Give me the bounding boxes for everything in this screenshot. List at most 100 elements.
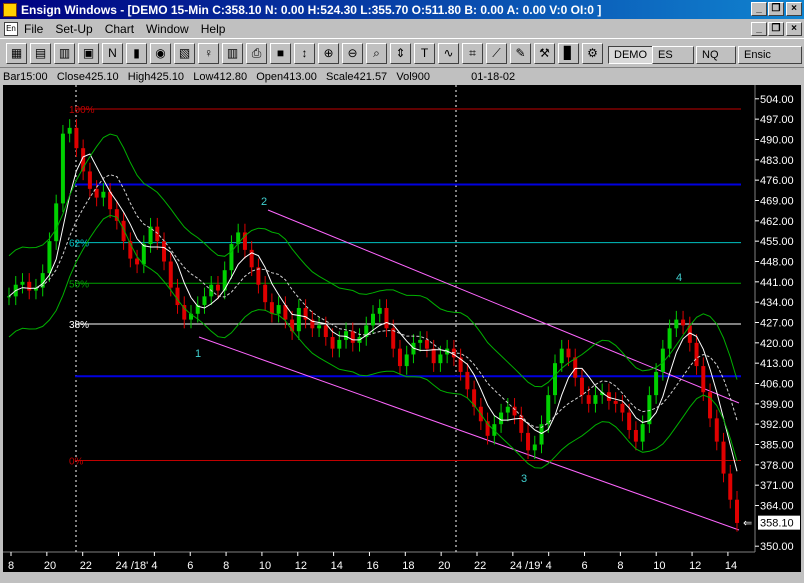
y-tick-label: 476.00 bbox=[760, 175, 794, 187]
y-tick-label: 413.00 bbox=[760, 358, 794, 370]
trendline-icon[interactable]: ⟋ bbox=[486, 43, 507, 64]
x-tick-label: 22 bbox=[80, 560, 92, 572]
candle-body bbox=[721, 441, 726, 474]
y-tick-label: 462.00 bbox=[760, 216, 794, 228]
cursor-icon[interactable]: ⇕ bbox=[390, 43, 411, 64]
minimize-button[interactable]: _ bbox=[751, 2, 767, 16]
volume-icon[interactable]: ▊ bbox=[558, 43, 579, 64]
calendar-icon[interactable]: ▧ bbox=[174, 43, 195, 64]
zoom-out-icon[interactable]: ⊖ bbox=[342, 43, 363, 64]
y-tick-label: 455.00 bbox=[760, 236, 794, 248]
bar-label: Bar bbox=[3, 71, 21, 83]
table-icon[interactable]: ▥ bbox=[222, 43, 243, 64]
bars-icon[interactable]: ▮ bbox=[126, 43, 147, 64]
candle-body bbox=[168, 261, 173, 288]
menu-window[interactable]: Window bbox=[146, 22, 189, 36]
restore-button[interactable]: ❐ bbox=[768, 2, 784, 16]
wave-label: 2 bbox=[261, 196, 267, 208]
candle-body bbox=[674, 319, 679, 329]
grid-icon[interactable]: ▤ bbox=[30, 43, 51, 64]
candle-body bbox=[350, 331, 355, 343]
candle-body bbox=[60, 133, 65, 204]
candle-body bbox=[229, 244, 234, 271]
symbol-tab-nq[interactable]: NQ bbox=[696, 46, 736, 64]
candle-body bbox=[330, 337, 335, 349]
candle-body bbox=[559, 348, 564, 364]
y-tick-label: 350.00 bbox=[760, 541, 794, 553]
candle-body bbox=[640, 424, 645, 442]
candle-body bbox=[728, 473, 733, 500]
chart-icon[interactable]: ▦ bbox=[6, 43, 27, 64]
high-value: 425.10 bbox=[150, 71, 185, 83]
wave-label: 1 bbox=[195, 348, 201, 360]
candle-body bbox=[505, 406, 510, 413]
date-value: 01-18-02 bbox=[471, 71, 516, 83]
scale-label: Scale bbox=[326, 71, 354, 83]
alarm-icon[interactable]: ◉ bbox=[150, 43, 171, 64]
pencil-icon[interactable]: ✎ bbox=[510, 43, 531, 64]
open-label: Open bbox=[256, 71, 284, 83]
x-tick-label: 14 bbox=[331, 560, 343, 572]
candle-body bbox=[654, 371, 659, 396]
scroll-icon[interactable]: ↕ bbox=[294, 43, 315, 64]
close-button[interactable]: × bbox=[786, 2, 802, 16]
high-label: High bbox=[127, 71, 151, 83]
menu-help[interactable]: Help bbox=[201, 22, 226, 36]
candle-body bbox=[418, 339, 423, 343]
candle-body bbox=[438, 354, 443, 364]
menu-setup[interactable]: Set-Up bbox=[55, 22, 92, 36]
candle-body bbox=[573, 357, 578, 378]
study-icon[interactable]: ∿ bbox=[438, 43, 459, 64]
candle-body bbox=[371, 313, 375, 326]
y-tick-label: 385.00 bbox=[760, 440, 794, 452]
menu-chart[interactable]: Chart bbox=[105, 22, 134, 36]
candle-body bbox=[667, 328, 672, 349]
vol-value: 900 bbox=[411, 71, 431, 83]
quote-icon[interactable]: ▥ bbox=[54, 43, 75, 64]
candle-body bbox=[593, 395, 598, 404]
y-tick-label: 427.00 bbox=[760, 318, 794, 330]
order-icon[interactable]: ▣ bbox=[78, 43, 99, 64]
symbol-tab-demo[interactable]: DEMO bbox=[608, 46, 653, 64]
candle-body bbox=[701, 366, 706, 393]
x-tick-label: 16 bbox=[366, 560, 378, 572]
y-tick-label: 399.00 bbox=[760, 399, 794, 411]
bulb-icon[interactable]: ♀ bbox=[198, 43, 219, 64]
candle-body bbox=[499, 412, 504, 425]
y-tick-label: 378.00 bbox=[760, 460, 794, 472]
data-icon[interactable]: ■ bbox=[270, 43, 291, 64]
child-minimize-button[interactable]: _ bbox=[751, 22, 767, 36]
y-tick-label: 448.00 bbox=[760, 256, 794, 268]
magnify-icon[interactable]: ⌕ bbox=[366, 43, 387, 64]
symbol-tab-es[interactable]: ES bbox=[652, 46, 694, 64]
candle-body bbox=[256, 267, 261, 285]
candle-body bbox=[202, 296, 207, 306]
candle-body bbox=[47, 241, 52, 274]
text-icon[interactable]: T bbox=[414, 43, 435, 64]
fib-icon[interactable]: ⌗ bbox=[462, 43, 483, 64]
news-icon[interactable]: N bbox=[102, 43, 123, 64]
tools-icon[interactable]: ⚒ bbox=[534, 43, 555, 64]
symbol-tab-ensign[interactable]: Ensic bbox=[738, 46, 802, 64]
candle-body bbox=[87, 171, 92, 189]
candle-body bbox=[162, 241, 167, 262]
print-icon[interactable]: ⎙ bbox=[246, 43, 267, 64]
child-restore-button[interactable]: ❐ bbox=[768, 22, 784, 36]
y-tick-label: 371.00 bbox=[760, 480, 794, 492]
zoom-in-icon[interactable]: ⊕ bbox=[318, 43, 339, 64]
x-tick-label: 12 bbox=[295, 560, 307, 572]
menu-file[interactable]: File bbox=[24, 22, 43, 36]
document-menu-icon[interactable]: En bbox=[4, 21, 18, 36]
candle-body bbox=[384, 307, 389, 329]
candle-body bbox=[424, 339, 429, 349]
price-chart[interactable]: 504.00 497.00 490.00 483.00 476.00 469.00 462.… bbox=[3, 85, 801, 580]
candle-body bbox=[431, 348, 436, 364]
status-bar bbox=[0, 572, 804, 580]
wave-label: 4 bbox=[676, 272, 682, 284]
settings-icon[interactable]: ⚙ bbox=[582, 43, 603, 64]
candle-body bbox=[532, 444, 537, 451]
candle-body bbox=[317, 325, 322, 329]
child-close-button[interactable]: × bbox=[786, 22, 802, 36]
fib-level-label: 50% bbox=[69, 279, 89, 290]
x-tick-label: 10 bbox=[653, 560, 665, 572]
